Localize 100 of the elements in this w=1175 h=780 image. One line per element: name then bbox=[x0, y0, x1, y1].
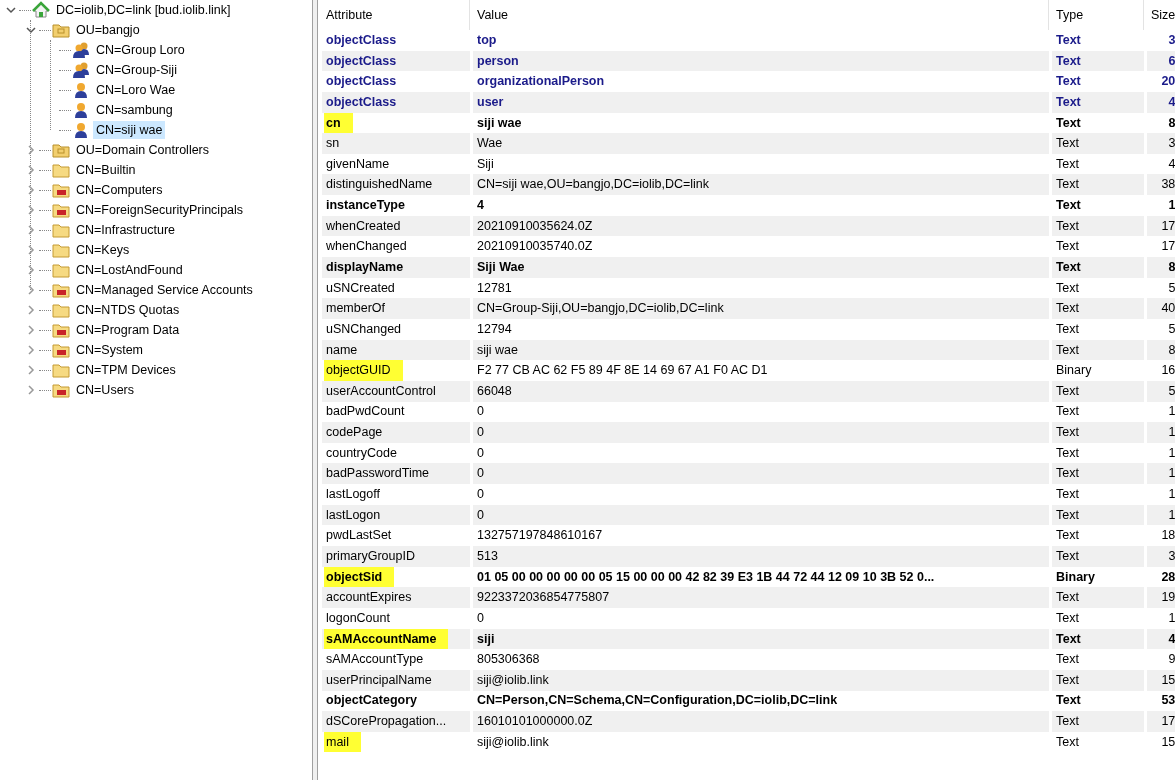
table-cell-text: Text bbox=[1055, 31, 1082, 49]
table-cell: 38 bbox=[1147, 174, 1175, 196]
table-cell-text: 0 bbox=[476, 403, 485, 421]
attribute-name: userPrincipalName bbox=[325, 671, 433, 689]
tree-item[interactable]: CN=Keys bbox=[73, 241, 133, 259]
folder-icon bbox=[52, 181, 70, 199]
table-cell: 16010101000000.0Z bbox=[473, 711, 1049, 732]
column-header[interactable]: Type bbox=[1052, 0, 1144, 30]
attribute-name: pwdLastSet bbox=[325, 527, 393, 545]
attribute-name: name bbox=[325, 341, 359, 359]
attribute-name: objectClass bbox=[325, 31, 398, 49]
tree-item[interactable]: CN=Builtin bbox=[73, 161, 139, 179]
table-cell-text: Text bbox=[1055, 733, 1080, 751]
folder-icon bbox=[52, 361, 70, 379]
tree-item[interactable]: OU=Domain Controllers bbox=[73, 141, 213, 159]
attribute-name: sAMAccountName bbox=[324, 628, 449, 650]
table-cell: Wae bbox=[473, 133, 1049, 154]
attribute-name: uSNCreated bbox=[325, 279, 396, 297]
attribute-name: objectClass bbox=[325, 73, 398, 91]
tree-item[interactable]: CN=Loro Wae bbox=[93, 81, 179, 99]
table-cell: 9223372036854775807 bbox=[473, 587, 1049, 608]
house-icon bbox=[32, 1, 50, 19]
column-header[interactable]: Value bbox=[473, 0, 1049, 30]
tree-item[interactable]: CN=sambung bbox=[93, 101, 176, 119]
attribute-name: givenName bbox=[325, 155, 391, 173]
attribute-name: countryCode bbox=[325, 444, 398, 462]
tree-item[interactable]: CN=siji wae bbox=[93, 121, 166, 139]
tree-item[interactable]: CN=Managed Service Accounts bbox=[73, 281, 256, 299]
table-cell: 20210910035624.0Z bbox=[473, 215, 1049, 237]
table-cell: CN=Group-Siji,OU=bangjo,DC=iolib,DC=link bbox=[473, 298, 1049, 319]
attribute-name: sAMAccountType bbox=[325, 651, 425, 669]
table-cell-text: F2 77 CB AC 62 F5 89 4F 8E 14 69 67 A1 F0 AC D1 bbox=[476, 362, 769, 380]
table-cell-text: 20 bbox=[1160, 73, 1175, 91]
attribute-name: lastLogon bbox=[325, 506, 382, 524]
table-cell-text: 1 bbox=[1167, 444, 1175, 462]
table-cell: 1 bbox=[1147, 463, 1175, 485]
attribute-name: objectClass bbox=[325, 52, 398, 70]
tree-item[interactable]: CN=ForeignSecurityPrincipals bbox=[73, 201, 247, 219]
table-cell-text: 1 bbox=[1167, 197, 1175, 215]
table-cell-text: 20210910035740.0Z bbox=[476, 238, 594, 256]
table-cell-text: 1 bbox=[1167, 609, 1175, 627]
attribute-name: distinguishedName bbox=[325, 176, 434, 194]
column-header[interactable]: Size bbox=[1147, 0, 1175, 30]
table-cell-text: Text bbox=[1055, 486, 1080, 504]
table-cell: Text bbox=[1052, 546, 1144, 567]
tree-item[interactable]: CN=TPM Devices bbox=[73, 361, 179, 379]
folder-icon bbox=[52, 141, 70, 159]
table-cell: Text bbox=[1052, 380, 1144, 402]
folder-icon bbox=[52, 241, 70, 259]
tree-item[interactable]: CN=Program Data bbox=[73, 321, 183, 339]
table-cell-text: Siji bbox=[476, 155, 495, 173]
table-cell: 5 bbox=[1147, 380, 1175, 402]
tree-item[interactable]: CN=Group-Siji bbox=[93, 61, 180, 79]
table-cell-text: siji wae bbox=[476, 114, 523, 132]
table-cell: Text bbox=[1052, 215, 1144, 237]
table-cell-text: 01 05 00 00 00 00 00 05 15 00 00 00 42 82 39 E3 1B 44 72 44 12 09 10 3B 52 0... bbox=[476, 568, 936, 586]
table-cell-text: 0 bbox=[476, 444, 485, 462]
tree-item[interactable]: CN=LostAndFound bbox=[73, 261, 186, 279]
tree-item[interactable]: CN=System bbox=[73, 341, 147, 359]
table-cell-text: Text bbox=[1055, 527, 1080, 545]
tree-item[interactable]: DC=iolib,DC=link [bud.iolib.link] bbox=[53, 1, 234, 19]
table-cell-text: 5 bbox=[1167, 320, 1175, 338]
attribute-name: objectCategory bbox=[325, 692, 418, 710]
table-cell: siji@iolib.link bbox=[473, 669, 1049, 691]
users-icon bbox=[72, 41, 90, 59]
folder-icon bbox=[52, 201, 70, 219]
table-cell: Text bbox=[1052, 463, 1144, 485]
table-cell: siji wae bbox=[473, 339, 1049, 361]
table-cell-text: 1 bbox=[1167, 403, 1175, 421]
tree-item[interactable]: OU=bangjo bbox=[73, 21, 143, 39]
column-header[interactable]: Attribute bbox=[322, 0, 470, 30]
tree-item[interactable]: CN=Users bbox=[73, 381, 137, 399]
tree-item[interactable]: CN=Infrastructure bbox=[73, 221, 178, 239]
table-cell-text: 5 bbox=[1167, 279, 1175, 297]
tree-item[interactable]: CN=Group Loro bbox=[93, 41, 188, 59]
table-cell-text: Text bbox=[1055, 238, 1080, 256]
tree-item[interactable]: CN=NTDS Quotas bbox=[73, 301, 183, 319]
user-icon bbox=[72, 121, 90, 139]
table-cell: 6 bbox=[1147, 50, 1175, 72]
table-cell-text: 0 bbox=[476, 486, 485, 504]
table-cell: Text bbox=[1052, 174, 1144, 196]
tree-item[interactable]: CN=Computers bbox=[73, 181, 166, 199]
table-cell-text: 1 bbox=[1167, 486, 1175, 504]
table-cell: 17 bbox=[1147, 711, 1175, 732]
attribute-name: lastLogoff bbox=[325, 486, 381, 504]
table-cell: Text bbox=[1052, 50, 1144, 72]
table-cell-text: Text bbox=[1055, 403, 1080, 421]
table-cell: Text bbox=[1052, 339, 1144, 361]
table-cell-text: 53 bbox=[1160, 692, 1175, 710]
table-cell: 8 bbox=[1147, 339, 1175, 361]
attribute-name: codePage bbox=[325, 424, 384, 442]
table-cell: 40 bbox=[1147, 298, 1175, 319]
table-cell-text: 18 bbox=[1160, 527, 1175, 545]
attribute-name: objectSid bbox=[324, 566, 395, 588]
table-cell: CN=siji wae,OU=bangjo,DC=iolib,DC=link bbox=[473, 174, 1049, 196]
attribute-name: mail bbox=[324, 731, 361, 753]
table-cell-text: Text bbox=[1055, 73, 1082, 91]
users-icon bbox=[72, 61, 90, 79]
user-icon bbox=[72, 81, 90, 99]
table-cell: 1 bbox=[1147, 422, 1175, 443]
